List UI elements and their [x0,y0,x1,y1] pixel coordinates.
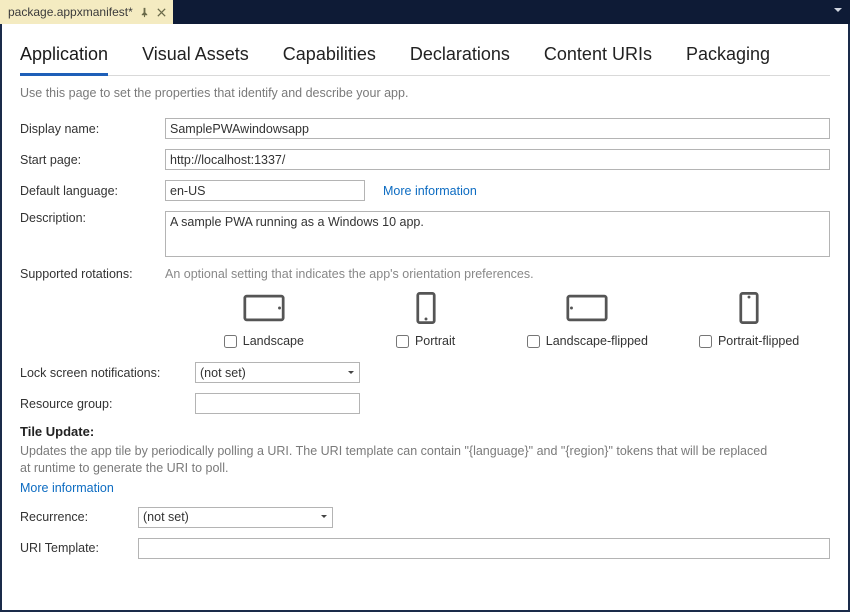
pin-icon[interactable] [139,7,150,18]
landscape-flipped-checkbox[interactable]: Landscape-flipped [507,334,669,348]
tile-update-title: Tile Update: [20,424,830,439]
portrait-icon [405,291,447,328]
default-language-label: Default language: [20,184,165,198]
landscape-checkbox[interactable]: Landscape [183,334,345,348]
display-name-input[interactable] [165,118,830,139]
page-hint: Use this page to set the properties that… [20,86,830,100]
rotation-checkbox-row: Landscape Portrait Landscape-flipped Por… [183,334,830,348]
resource-group-input[interactable] [195,393,360,414]
supported-rotations-label: Supported rotations: [20,267,165,281]
start-page-label: Start page: [20,153,165,167]
tile-update-more-info-link[interactable]: More information [20,481,830,495]
close-icon[interactable] [156,7,167,18]
document-tab-strip: package.appxmanifest* [0,0,850,24]
document-tab[interactable]: package.appxmanifest* [0,0,173,24]
manifest-nav: Application Visual Assets Capabilities D… [20,42,830,76]
chevron-down-icon [347,366,355,380]
recurrence-select-value: (not set) [143,510,189,524]
description-input[interactable] [165,211,830,257]
lock-screen-select[interactable]: (not set) [195,362,360,383]
display-name-label: Display name: [20,122,165,136]
tab-declarations[interactable]: Declarations [410,42,510,75]
tile-update-desc: Updates the app tile by periodically pol… [20,443,780,477]
uri-template-label: URI Template: [20,541,138,555]
manifest-editor-page: Application Visual Assets Capabilities D… [2,24,848,610]
landscape-flipped-checkbox-label: Landscape-flipped [546,334,648,348]
landscape-flipped-icon [566,291,608,328]
portrait-flipped-checkbox[interactable]: Portrait-flipped [668,334,830,348]
tab-application[interactable]: Application [20,42,108,75]
uri-template-input[interactable] [138,538,830,559]
resource-group-label: Resource group: [20,397,195,411]
rotation-icons-row [183,291,830,328]
tab-overflow-icon[interactable] [832,4,844,19]
description-label: Description: [20,211,165,225]
landscape-icon [243,291,285,328]
portrait-flipped-checkbox-label: Portrait-flipped [718,334,799,348]
portrait-flipped-icon [728,291,770,328]
supported-rotations-hint: An optional setting that indicates the a… [165,267,534,281]
default-language-input[interactable] [165,180,365,201]
chevron-down-icon [320,510,328,524]
default-language-more-info-link[interactable]: More information [383,184,477,198]
tab-content-uris[interactable]: Content URIs [544,42,652,75]
lock-screen-label: Lock screen notifications: [20,366,195,380]
portrait-checkbox[interactable]: Portrait [345,334,507,348]
tab-capabilities[interactable]: Capabilities [283,42,376,75]
tab-packaging[interactable]: Packaging [686,42,770,75]
lock-screen-select-value: (not set) [200,366,246,380]
document-tab-label: package.appxmanifest* [8,5,133,19]
tab-visual-assets[interactable]: Visual Assets [142,42,249,75]
recurrence-label: Recurrence: [20,510,138,524]
start-page-input[interactable] [165,149,830,170]
landscape-checkbox-label: Landscape [243,334,304,348]
portrait-checkbox-label: Portrait [415,334,455,348]
recurrence-select[interactable]: (not set) [138,507,333,528]
